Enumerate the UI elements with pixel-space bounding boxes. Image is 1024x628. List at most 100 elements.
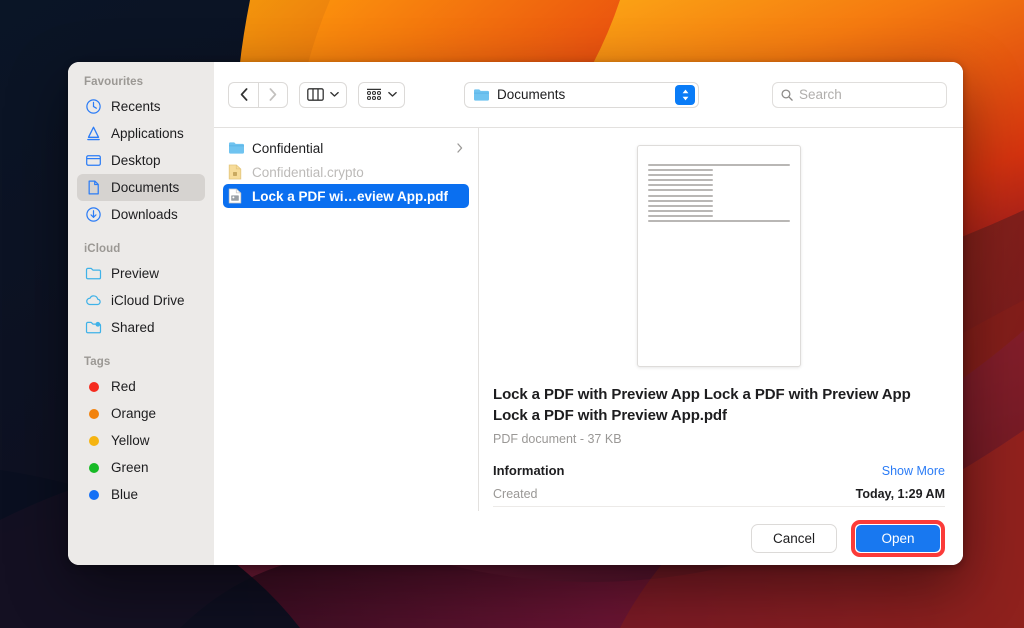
sidebar-item-desktop[interactable]: Desktop bbox=[77, 147, 205, 174]
thumbnail-text-line bbox=[648, 220, 790, 223]
folder-icon bbox=[85, 267, 102, 280]
sidebar-item-downloads[interactable]: Downloads bbox=[77, 201, 205, 228]
group-by-button[interactable] bbox=[358, 81, 405, 108]
file-list-item[interactable]: Lock a PDF wi…eview App.pdf bbox=[223, 184, 469, 208]
thumbnail-text-line bbox=[648, 179, 714, 182]
sidebar-item-label: Applications bbox=[111, 126, 184, 141]
applications-icon bbox=[84, 124, 103, 143]
tag-dot-icon bbox=[84, 404, 103, 423]
info-row-key: Created bbox=[493, 486, 538, 501]
search-icon bbox=[781, 88, 793, 101]
thumbnail-text-line bbox=[648, 174, 714, 177]
tag-dot-icon bbox=[88, 435, 99, 446]
search-input[interactable] bbox=[799, 87, 924, 102]
preview-file-meta: PDF document - 37 KB bbox=[493, 431, 622, 446]
document-icon bbox=[88, 180, 99, 195]
tag-dot-icon bbox=[84, 485, 103, 504]
location-stepper-icon bbox=[675, 84, 695, 105]
clock-icon bbox=[84, 97, 103, 116]
preview-file-title: Lock a PDF with Preview App Lock a PDF w… bbox=[493, 386, 911, 425]
sidebar: Favourites Recents Applications Desktop Docu… bbox=[68, 62, 214, 565]
sidebar-section-header-tags: Tags bbox=[84, 356, 111, 368]
clock-icon bbox=[86, 99, 101, 114]
content-area: Confidential Confidential.crypto Lock a PD… bbox=[214, 128, 963, 565]
file-list-item[interactable]: Confidential.crypto bbox=[223, 160, 469, 184]
location-popup-button[interactable]: Documents bbox=[464, 81, 699, 108]
column-view-icon bbox=[307, 88, 324, 101]
folder-icon bbox=[84, 264, 103, 283]
thumbnail-text-line bbox=[648, 204, 714, 207]
file-name: Confidential.crypto bbox=[252, 164, 364, 180]
folder-icon bbox=[474, 88, 489, 101]
sidebar-item-orange[interactable]: Orange bbox=[77, 400, 205, 427]
applications-icon bbox=[87, 126, 100, 141]
sidebar-section-gap bbox=[68, 341, 214, 356]
chevron-down-icon bbox=[330, 91, 339, 97]
sidebar-item-label: Orange bbox=[111, 406, 157, 421]
shared-folder-icon bbox=[85, 321, 102, 334]
tag-dot-icon bbox=[88, 381, 99, 392]
sidebar-item-documents[interactable]: Documents bbox=[77, 174, 205, 201]
open-file-dialog: Favourites Recents Applications Desktop Docu… bbox=[68, 62, 963, 565]
pdf-thumbnail bbox=[637, 145, 801, 367]
open-button-highlight: Open bbox=[851, 519, 945, 557]
chevron-left-icon bbox=[240, 88, 247, 101]
download-icon bbox=[86, 207, 101, 222]
sidebar-item-preview[interactable]: Preview bbox=[77, 260, 205, 287]
toolbar: Documents bbox=[214, 62, 963, 128]
sidebar-item-red[interactable]: Red bbox=[77, 373, 205, 400]
thumbnail-container bbox=[493, 142, 945, 367]
tag-dot-icon bbox=[84, 431, 103, 450]
file-name: Lock a PDF wi…eview App.pdf bbox=[252, 188, 449, 204]
sidebar-item-label: Downloads bbox=[111, 207, 178, 222]
sidebar-item-label: Preview bbox=[111, 266, 160, 281]
information-label: Information bbox=[493, 462, 565, 478]
sidebar-item-label: Documents bbox=[111, 180, 180, 195]
open-button[interactable]: Open bbox=[856, 524, 940, 552]
sidebar-section-gap bbox=[68, 228, 214, 243]
sidebar-item-yellow[interactable]: Yellow bbox=[77, 427, 205, 454]
information-header: Information Show More bbox=[493, 463, 945, 478]
document-icon bbox=[84, 178, 103, 197]
thumbnail-text-line bbox=[648, 209, 714, 212]
chevron-right-icon bbox=[457, 141, 463, 156]
thumbnail-text-line bbox=[648, 214, 714, 217]
sidebar-item-shared[interactable]: Shared bbox=[77, 314, 205, 341]
cancel-button[interactable]: Cancel bbox=[751, 523, 837, 553]
chevron-down-icon bbox=[388, 91, 397, 97]
sidebar-item-recents[interactable]: Recents bbox=[77, 93, 205, 120]
chevron-right-icon bbox=[269, 88, 277, 101]
sidebar-item-green[interactable]: Green bbox=[77, 454, 205, 481]
tag-dot-icon bbox=[88, 489, 99, 500]
file-list-item[interactable]: Confidential bbox=[223, 136, 469, 160]
sidebar-item-label: iCloud Drive bbox=[111, 293, 185, 308]
thumbnail-text-line bbox=[648, 164, 790, 166]
dialog-main: Documents Confidenti bbox=[214, 62, 963, 565]
sidebar-item-label: Yellow bbox=[111, 433, 150, 448]
tag-dot-icon bbox=[84, 458, 103, 477]
search-field[interactable] bbox=[772, 81, 947, 108]
shared-folder-icon bbox=[84, 318, 103, 337]
sidebar-item-label: Green bbox=[111, 460, 149, 475]
file-list: Confidential Confidential.crypto Lock a PD… bbox=[214, 128, 479, 565]
sidebar-item-applications[interactable]: Applications bbox=[77, 120, 205, 147]
view-mode-button[interactable] bbox=[299, 81, 347, 108]
sidebar-item-label: Recents bbox=[111, 99, 161, 114]
back-button[interactable] bbox=[228, 81, 258, 108]
thumbnail-text-line bbox=[648, 189, 714, 192]
sidebar-section-header-icloud: iCloud bbox=[84, 243, 121, 255]
folder-icon bbox=[228, 141, 245, 155]
download-icon bbox=[84, 205, 103, 224]
sidebar-item-icloud-drive[interactable]: iCloud Drive bbox=[77, 287, 205, 314]
show-more-link[interactable]: Show More bbox=[882, 464, 945, 478]
thumbnail-text-line bbox=[648, 169, 714, 172]
cloud-icon bbox=[86, 295, 101, 306]
sidebar-item-label: Desktop bbox=[111, 153, 161, 168]
dialog-button-bar: Cancel Open bbox=[214, 511, 963, 565]
forward-button[interactable] bbox=[258, 81, 288, 108]
preview-pane: Lock a PDF with Preview App Lock a PDF w… bbox=[479, 128, 963, 565]
sidebar-item-blue[interactable]: Blue bbox=[77, 481, 205, 508]
sidebar-item-label: Blue bbox=[111, 487, 139, 502]
desktop-icon bbox=[84, 151, 103, 170]
pdf-file-icon bbox=[228, 188, 245, 204]
